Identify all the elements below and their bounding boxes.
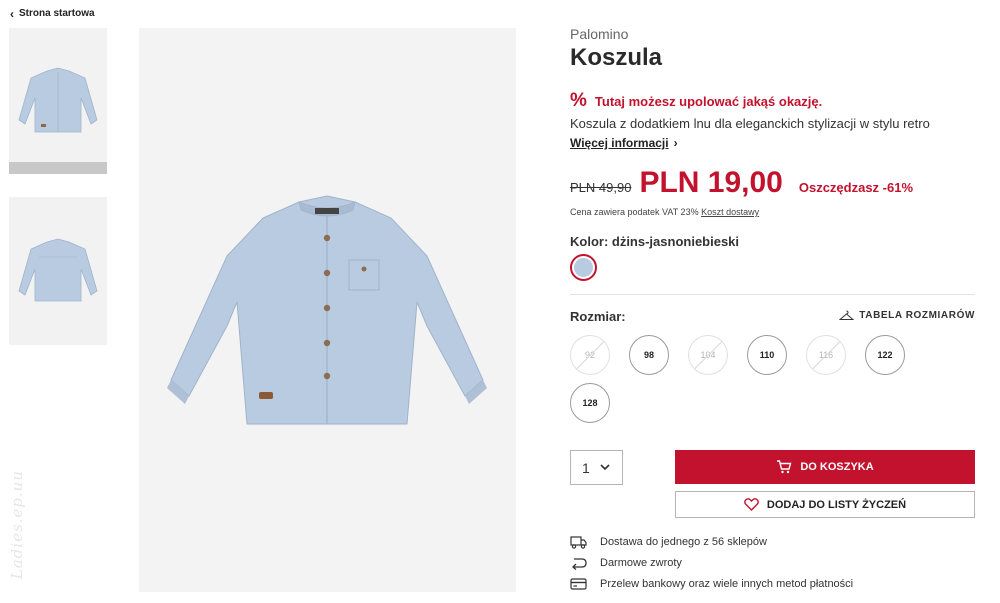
product-info: Palomino Koszula % Tutaj możesz upolować…: [570, 26, 975, 590]
size-label: Rozmiar:: [570, 309, 626, 324]
more-info-link[interactable]: Więcej informacji ›: [570, 136, 678, 150]
chevron-right-icon: ›: [673, 136, 678, 150]
cart-icon: [777, 460, 792, 474]
chevron-left-icon: ‹: [10, 6, 14, 21]
benefit-returns-text: Darmowe zwroty: [600, 557, 682, 569]
size-option-122[interactable]: 122: [865, 335, 905, 375]
size-option-110[interactable]: 110: [747, 335, 787, 375]
shirt-front-thumbnail-image: [18, 67, 98, 133]
watermark: Ladies.ep.uu: [8, 470, 26, 580]
credit-card-icon: [570, 578, 587, 590]
chevron-down-icon: [600, 464, 610, 471]
benefit-delivery: Dostawa do jednego z 56 sklepów: [570, 535, 767, 549]
quantity-value: 1: [582, 459, 590, 476]
breadcrumb[interactable]: ‹ Strona startowa: [10, 6, 95, 21]
shipping-cost-link[interactable]: Koszt dostawy: [701, 207, 759, 217]
add-to-wishlist-label: DODAJ DO LISTY ŻYCZEŃ: [766, 498, 907, 511]
benefit-payment: Przelew bankowy oraz wiele innych metod …: [570, 577, 853, 591]
main-product-image[interactable]: [139, 28, 516, 592]
vat-text: Cena zawiera podatek VAT 23%: [570, 207, 699, 217]
size-option-128[interactable]: 128: [570, 383, 610, 423]
size-option-92[interactable]: 92: [570, 335, 610, 375]
brand-name: Palomino: [570, 26, 629, 42]
quantity-select[interactable]: 1: [570, 450, 623, 485]
more-info-label[interactable]: Więcej informacji: [570, 136, 669, 150]
product-description: Koszula z dodatkiem lnu dla eleganckich …: [570, 116, 930, 131]
breadcrumb-home-link[interactable]: Strona startowa: [19, 8, 95, 19]
delivery-truck-icon: [570, 536, 587, 549]
size-option-116[interactable]: 116: [806, 335, 846, 375]
benefit-returns: Darmowe zwroty: [570, 556, 682, 570]
price-row: PLN 49,90 PLN 19,00 Oszczędzasz -61%: [570, 166, 970, 200]
color-label: Kolor: dżins-jasnoniebieski: [570, 234, 740, 249]
size-option-98[interactable]: 98: [629, 335, 669, 375]
shirt-image: [167, 195, 487, 425]
add-to-wishlist-button[interactable]: DODAJ DO LISTY ŻYCZEŃ: [675, 491, 975, 518]
current-price: PLN 19,00: [639, 166, 783, 199]
size-option-104[interactable]: 104: [688, 335, 728, 375]
add-to-cart-label: DO KOSZYKA: [800, 461, 874, 473]
page-title: Koszula: [570, 44, 663, 71]
hanger-icon: [839, 310, 855, 320]
old-price: PLN 49,90: [570, 180, 632, 195]
percent-icon: %: [570, 90, 587, 111]
savings-badge: Oszczędzasz -61%: [798, 180, 914, 195]
promo-banner: % Tutaj możesz upolować jakąś okazję.: [570, 90, 822, 112]
size-table-link[interactable]: TABELA ROZMIARÓW: [839, 310, 975, 321]
benefit-payment-text: Przelew bankowy oraz wiele innych metod …: [600, 578, 854, 590]
promo-text: Tutaj możesz upolować jakąś okazję.: [594, 93, 823, 109]
return-arrow-icon: [572, 558, 587, 570]
size-table-label[interactable]: TABELA ROZMIARÓW: [859, 310, 975, 321]
color-swatch-fill: [574, 258, 593, 277]
vat-note: Cena zawiera podatek VAT 23% Koszt dosta…: [570, 207, 759, 217]
add-to-cart-button[interactable]: DO KOSZYKA: [675, 450, 975, 484]
color-swatch-selected[interactable]: [570, 254, 597, 281]
heart-icon: [744, 498, 759, 511]
thumbnail-back[interactable]: [9, 197, 107, 345]
thumbnail-active-indicator: [9, 162, 107, 174]
divider: [570, 294, 975, 295]
shirt-back-thumbnail-image: [18, 238, 98, 302]
thumbnail-front[interactable]: [9, 28, 107, 162]
benefit-delivery-text: Dostawa do jednego z 56 sklepów: [600, 536, 767, 548]
